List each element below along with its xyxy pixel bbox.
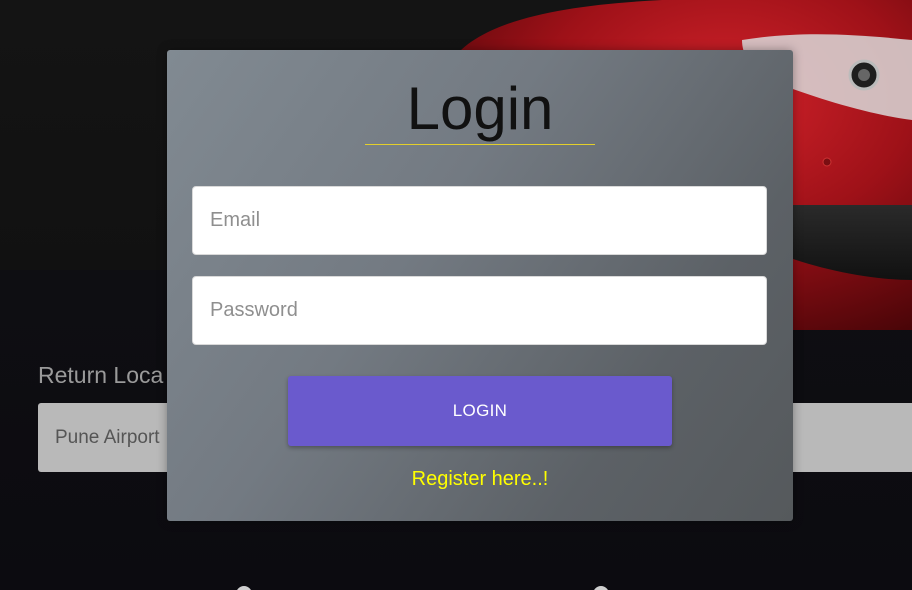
- return-location-value: Pune Airport: [55, 427, 160, 448]
- title-underline: [365, 144, 595, 145]
- email-input[interactable]: [192, 186, 767, 255]
- login-modal: Login LOGIN Register here..!: [167, 50, 793, 521]
- login-title: Login: [406, 75, 554, 142]
- register-link[interactable]: Register here..!: [167, 468, 793, 491]
- password-input[interactable]: [192, 276, 767, 345]
- return-location-label: Return Loca: [38, 362, 164, 388]
- login-button[interactable]: LOGIN: [288, 376, 672, 446]
